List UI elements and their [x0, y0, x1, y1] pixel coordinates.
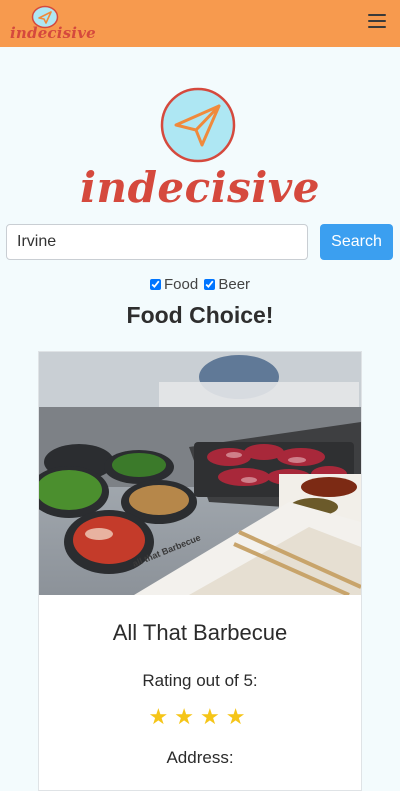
rating-label: Rating out of 5: — [142, 671, 258, 690]
hamburger-icon[interactable] — [368, 14, 386, 30]
restaurant-photo: all that Barbecue — [39, 352, 361, 595]
search-button[interactable]: Search — [320, 224, 393, 260]
category-filters: Food Beer — [0, 276, 400, 293]
hero-brand-name: indecisive — [80, 163, 320, 212]
restaurant-name: All That Barbecue — [112, 620, 288, 645]
result-card[interactable]: all that Barbecue All That Barbecue Rati… — [38, 351, 362, 791]
food-label: Food — [163, 276, 199, 293]
filter-beer[interactable]: Beer — [204, 276, 250, 293]
paper-plane-icon — [160, 87, 236, 163]
nav-brand-name: indecisive — [10, 24, 96, 42]
beer-checkbox[interactable] — [204, 279, 216, 290]
navbar: indecisive — [0, 0, 400, 47]
food-checkbox[interactable] — [149, 279, 161, 290]
nav-brand-logo[interactable]: indecisive — [10, 4, 96, 44]
search-input[interactable] — [6, 224, 308, 260]
beer-label: Beer — [218, 276, 251, 293]
address-label: Address: — [166, 748, 234, 767]
rating-stars: ★★★★ — [148, 704, 252, 729]
section-title: Food Choice! — [126, 302, 274, 328]
filter-food[interactable]: Food — [149, 276, 199, 293]
